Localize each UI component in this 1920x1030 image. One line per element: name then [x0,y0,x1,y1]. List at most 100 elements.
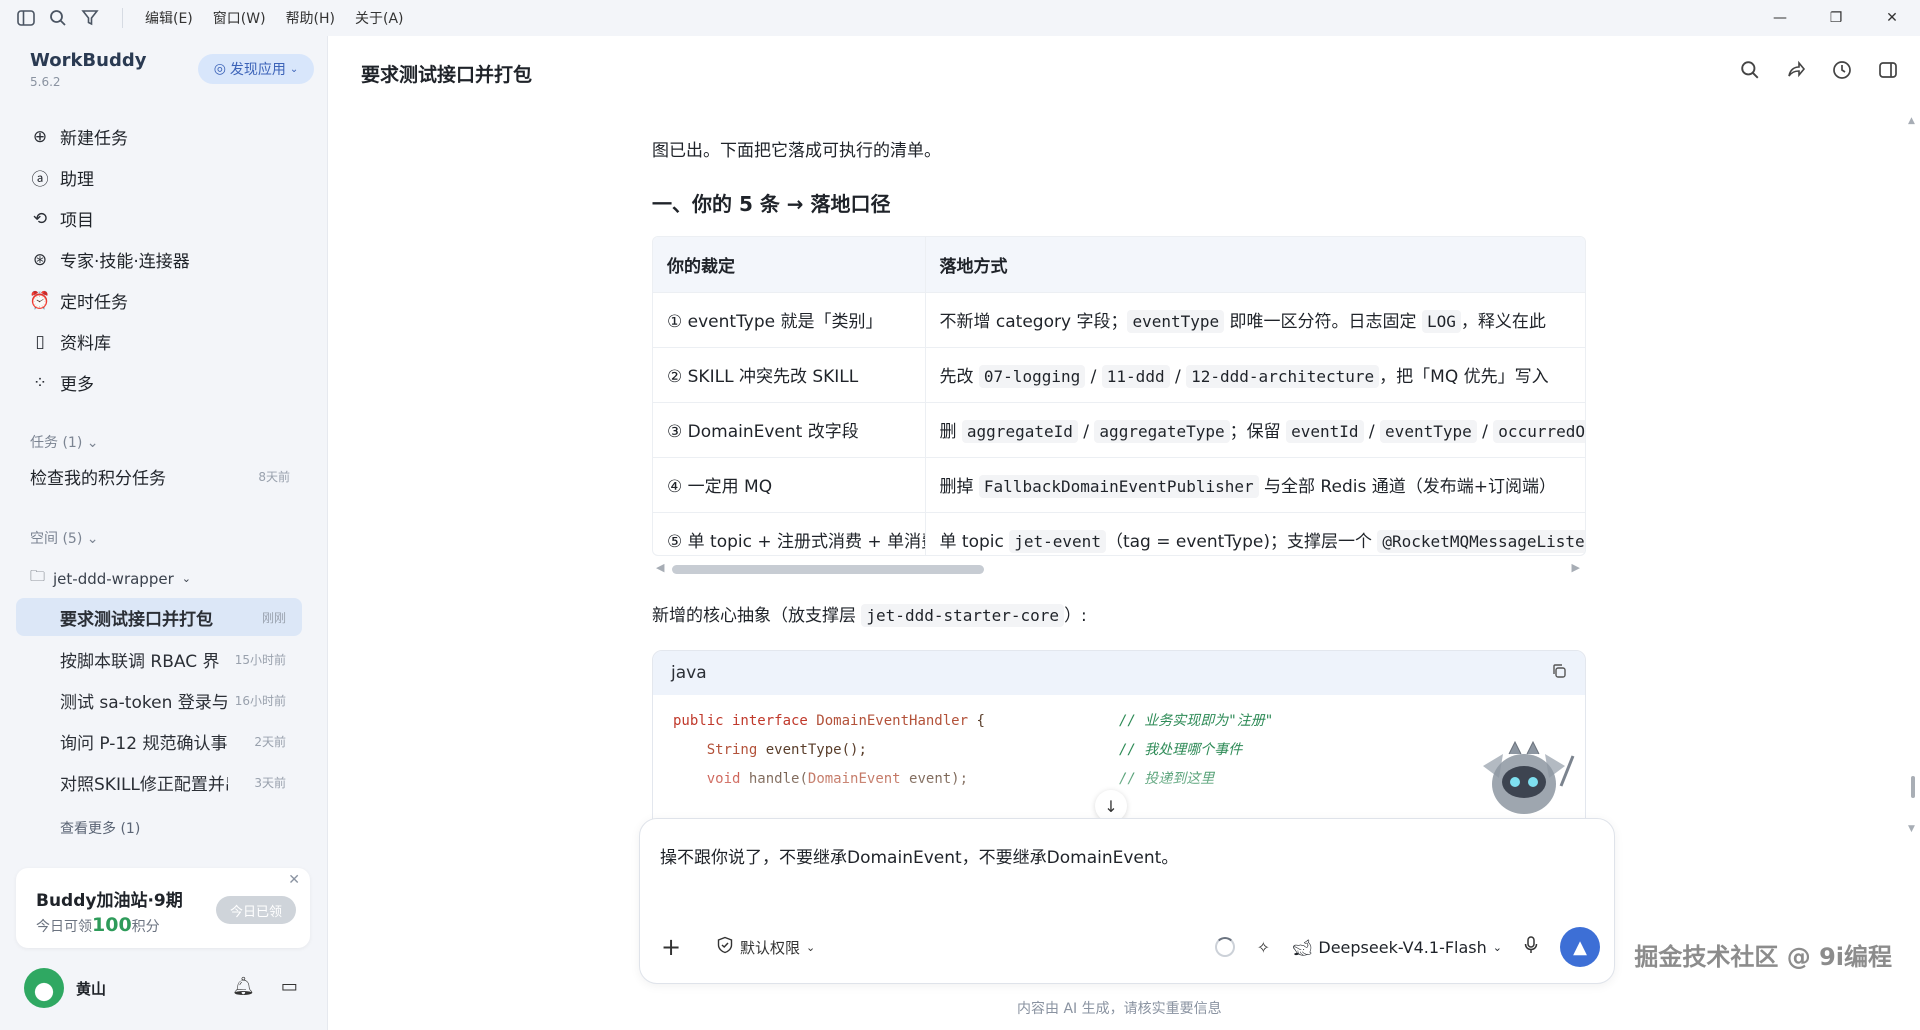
session-item-active[interactable]: 要求测试接口并打包 刚刚 [16,598,302,636]
task-item[interactable]: 检查我的积分任务 8天前 [30,464,290,489]
implementation-cell: 先改 07-logging / 11-ddd / 12-ddd-architec… [925,347,1585,403]
table-horizontal-scrollbar[interactable]: ◀ ▶ [652,561,1586,575]
close-icon[interactable]: ✕ [288,872,300,888]
session-label: 按脚本联调 RBAC 界 [60,651,220,672]
table-header-row: 你的裁定 落地方式 [653,237,1585,293]
search-icon[interactable] [42,0,74,36]
sparkle-icon[interactable]: ✧ [1257,938,1270,957]
message-input[interactable]: 操不跟你说了，不要继承DomainEvent，不要继承DomainEvent。 [660,843,1178,868]
permission-selector[interactable]: 默认权限 ⌄ [716,936,815,958]
rulings-table: 你的裁定 落地方式 ① eventType 就是「类别」 不新增 category… [652,236,1586,556]
cell-text: 单 topic [939,532,1010,552]
send-button[interactable]: ▲ [1560,927,1600,967]
promo-suffix: 积分 [131,919,160,935]
menu-about[interactable]: 关于(A) [345,8,414,28]
tasks-section-title[interactable]: 任务 (1) ⌄ [30,432,98,452]
sidebar-nav: ⊕ 新建任务 ⓐ 助理 ⟲ 项目 ⊛ 专家·技能·连接器 ⏰ 定时任务 ▯ 资料库 ⁘ 更多 [28,116,308,403]
app-store-icon: ◎ [213,61,226,77]
nav-label: 定时任务 [60,293,128,313]
spaces-section-title[interactable]: 空间 (5) ⌄ [30,528,98,548]
table-row: ① eventType 就是「类别」 不新增 category 字段； eventT… [653,292,1585,348]
nav-more[interactable]: ⁘ 更多 [28,362,308,403]
inline-code: eventType [1127,310,1225,333]
composer-toolbar: + 默认权限 ⌄ ✧ 🐋︎ Deepseek-V4.1-Flash ⌄ ▲ [656,925,1600,969]
filter-icon[interactable] [74,0,106,36]
cell-text: ，把「MQ 优先」写入 [1379,367,1549,387]
panel-toggle-icon[interactable] [1878,60,1898,85]
task-time: 8天前 [258,470,290,484]
vertical-scrollbar[interactable]: ▲ ▼ [1908,116,1918,836]
scroll-left-icon[interactable]: ◀ [656,561,664,574]
scroll-up-icon[interactable]: ▲ [1908,116,1915,126]
see-more-link[interactable]: 查看更多 (1) [60,818,140,838]
table-header: 落地方式 [925,237,1585,293]
scrollbar-thumb[interactable] [672,565,984,574]
discover-apps-button[interactable]: ◎ 发现应用 ⌄ [198,54,314,84]
nav-new-task[interactable]: ⊕ 新建任务 [28,116,308,157]
nav-label: 更多 [60,375,94,395]
add-attachment-button[interactable]: + [656,933,686,961]
implementation-cell: 单 topic jet-event （tag = eventType)；支撑层一个… [925,512,1585,555]
inline-code: 07-logging [978,365,1086,388]
microphone-icon[interactable] [1524,936,1538,958]
alarm-icon: ⏰ [29,290,51,311]
arrow-down-icon: ↓ [1104,796,1118,816]
copy-icon[interactable] [1551,663,1567,684]
scrollbar-thumb[interactable] [1911,776,1915,798]
session-item[interactable]: 按脚本联调 RBAC 界 15小时前 [16,640,302,678]
share-icon[interactable] [1786,60,1806,85]
nav-library[interactable]: ▯ 资料库 [28,321,308,362]
minimize-icon[interactable]: — [1752,0,1808,36]
code-line: public interface DomainEventHandler {// … [673,707,1565,736]
section-heading: 一、你的 5 条 → 落地口径 [652,192,891,216]
cell-text: / [1363,422,1381,442]
search-icon[interactable] [1740,60,1760,85]
project-icon: ⟲ [32,208,48,229]
promo-claimed-button[interactable]: 今日已领 [216,896,296,924]
nav-scheduled[interactable]: ⏰ 定时任务 [28,280,308,321]
inline-code: 12-ddd-architecture [1186,365,1380,388]
user-profile[interactable]: 黄山 [24,968,106,1008]
session-item[interactable]: 测试 sa-token 登录与 16小时前 [16,681,302,719]
user-name: 黄山 [76,979,107,998]
code-token: { [968,713,985,729]
close-icon[interactable]: ✕ [1864,0,1920,36]
model-selector[interactable]: 🐋︎ Deepseek-V4.1-Flash ⌄ [1292,938,1502,957]
implementation-cell: 删 aggregateId / aggregateType ；保留 eventId… [925,402,1585,458]
cell-text: / [1077,422,1095,442]
menu-help[interactable]: 帮助(H) [276,8,345,28]
inline-code: jet-event [1009,530,1106,553]
session-item[interactable]: 对照SKILL修正配置并出 3天前 [16,763,302,801]
menu-edit[interactable]: 编辑(E) [135,8,203,28]
bell-icon[interactable]: 🔔︎ [232,976,255,997]
code-language: java [671,663,707,683]
cell-text: 即唯一区分符。日志固定 [1224,312,1422,332]
menu-window[interactable]: 窗口(W) [203,8,276,28]
message-composer[interactable]: 操不跟你说了，不要继承DomainEvent，不要继承DomainEvent。 … [639,818,1615,984]
cell-text: ；保留 [1229,422,1287,442]
promo-points: 100 [92,914,132,936]
ruling-cell: ⑤ 单 topic + 注册式消费 + 单消费者 [653,512,926,555]
nav-project[interactable]: ⟲ 项目 [28,198,308,239]
sidebar-toggle-icon[interactable] [10,0,42,36]
session-item[interactable]: 询问 P-12 规范确认事项 2天前 [16,722,302,760]
implementation-cell: 删掉 FallbackDomainEventPublisher 与全部 Redi… [925,457,1585,513]
session-time: 3天前 [254,775,286,790]
nav-assistant[interactable]: ⓐ 助理 [28,157,308,198]
space-folder[interactable]: 🗀 jet-ddd-wrapper ⌄ [30,566,191,591]
cell-text: / [1085,367,1102,387]
session-label: 测试 sa-token 登录与 [60,692,228,713]
mascot-icon [1483,740,1575,814]
ruling-cell: ① eventType 就是「类别」 [653,292,926,348]
promo-card: Buddy加油站·9期 今日可领100积分 今日已领 ✕ [16,868,310,948]
nav-experts[interactable]: ⊛ 专家·技能·连接器 [28,239,308,280]
scroll-right-icon[interactable]: ▶ [1572,561,1580,574]
implementation-cell: 不新增 category 字段； eventType 即唯一区分符。日志固定 LO… [925,292,1585,348]
core-suffix: ）: [1064,606,1087,626]
restore-icon[interactable]: ❐ [1808,0,1864,36]
history-icon[interactable] [1832,60,1852,85]
avatar[interactable] [24,968,64,1008]
scroll-down-icon[interactable]: ▼ [1908,824,1915,834]
promo-title: Buddy加油站·9期 [36,891,183,911]
device-icon[interactable]: ▭ [281,976,298,997]
